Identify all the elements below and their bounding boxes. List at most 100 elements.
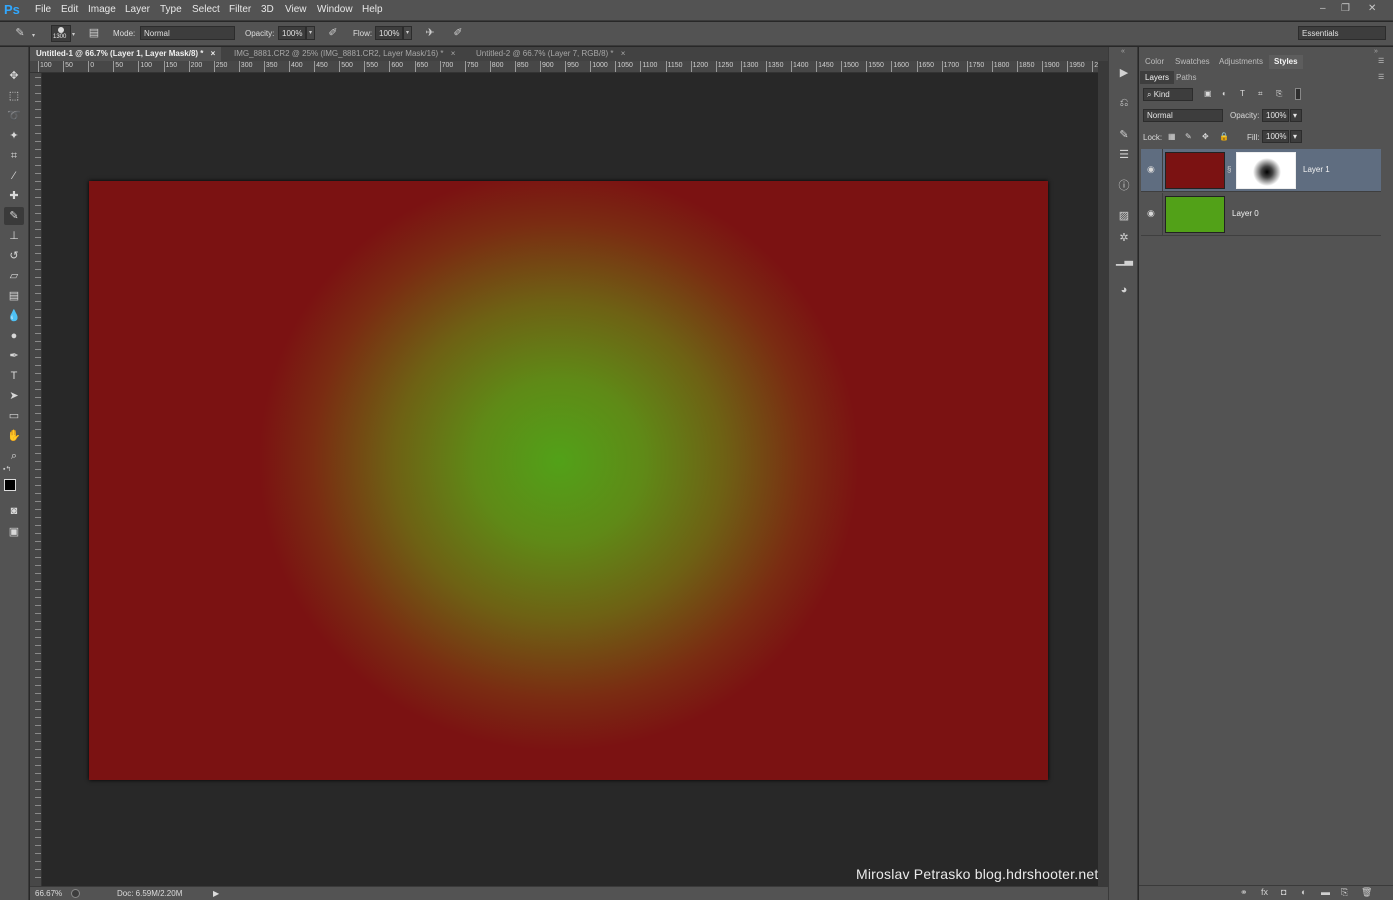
lock-pixels-icon[interactable]: ✎ [1185,132,1192,141]
path-selection-tool-icon[interactable]: ➤ [4,387,24,405]
layer-thumbnail[interactable] [1165,152,1225,189]
document-canvas[interactable] [89,181,1048,780]
screen-mode-icon[interactable]: ▣ [4,523,24,541]
eraser-tool-icon[interactable]: ▱ [4,267,24,285]
document-info-icon[interactable] [71,889,80,898]
tab-untitled-2[interactable]: Untitled-2 @ 66.7% (Layer 7, RGB/8) * × [470,47,631,61]
close-tab-icon[interactable]: × [451,49,456,58]
crop-tool-icon[interactable]: ⌗ [4,147,24,165]
collapse-panels-icon[interactable]: » [1374,48,1378,55]
pen-tool-icon[interactable]: ✒ [4,347,24,365]
flow-input[interactable]: 100% [375,26,403,40]
lock-transparent-icon[interactable]: ▦ [1168,132,1176,141]
clone-stamp-tool-icon[interactable]: ⊥ [4,227,24,245]
menu-file[interactable]: File [35,4,51,15]
tab-untitled-1[interactable]: Untitled-1 @ 66.7% (Layer 1, Layer Mask/… [30,47,222,61]
lock-all-icon[interactable]: 🔒 [1219,132,1229,141]
hand-tool-icon[interactable]: ✋ [4,427,24,445]
tab-paths[interactable]: Paths [1171,71,1201,84]
delete-layer-icon[interactable]: 🗑 [1361,887,1372,898]
brush-panel-icon[interactable]: ▤ [86,26,102,41]
tab-swatches[interactable]: Swatches [1170,55,1215,69]
close-tab-icon[interactable]: × [211,49,216,58]
dodge-tool-icon[interactable]: ● [4,327,24,345]
zoom-tool-icon[interactable]: ⌕ [4,447,24,465]
default-colors-icon[interactable]: ▪↰ [3,465,11,473]
workspace-select[interactable]: Essentials [1298,26,1386,40]
brush-preset-picker[interactable]: 1300 [51,25,71,42]
channels-icon[interactable]: ◕ [1116,282,1132,298]
close-window-button[interactable]: ✕ [1368,3,1376,14]
chevron-down-icon[interactable]: ▾ [32,32,35,39]
brush-presets-icon[interactable]: ✎ [1116,127,1132,143]
vertical-scrollbar[interactable] [1098,61,1108,886]
layers-panel-menu-icon[interactable]: ☰ [1378,73,1384,81]
lasso-tool-icon[interactable]: ➰ [4,107,24,125]
tab-styles[interactable]: Styles [1269,55,1303,69]
layer-name[interactable]: Layer 1 [1303,165,1330,174]
tab-img-8881[interactable]: IMG_8881.CR2 @ 25% (IMG_8881.CR2, Layer … [228,47,461,61]
visibility-eye-icon[interactable]: ◉ [1147,164,1159,176]
collapse-dock-icon[interactable]: « [1121,48,1125,55]
move-tool-icon[interactable]: ✥ [4,67,24,85]
fill-dropdown[interactable]: ▾ [1290,130,1302,143]
layer-opacity-input[interactable]: 100% [1262,109,1289,122]
filter-pixel-icon[interactable]: ▣ [1204,89,1212,98]
close-tab-icon[interactable]: × [621,49,626,58]
chevron-down-icon[interactable]: ▾ [72,31,75,38]
layer-row[interactable]: ◉ § Layer 1 [1141,149,1381,192]
filter-toggle[interactable] [1295,88,1301,100]
filter-shape-icon[interactable]: ⌗ [1258,89,1263,99]
fx-icon[interactable]: fx [1261,887,1268,897]
airbrush-icon[interactable]: ✈ [422,26,438,41]
filter-kind-select[interactable]: ⌕ Kind [1143,88,1193,101]
layer-thumbnail[interactable] [1165,196,1225,233]
panel-menu-icon[interactable]: ☰ [1378,57,1384,65]
blur-tool-icon[interactable]: 💧 [4,307,24,325]
foreground-color-swatch[interactable] [4,479,16,491]
add-mask-icon[interactable]: ◘ [1281,887,1286,897]
layer-mask-thumbnail[interactable] [1236,152,1296,189]
history-icon[interactable]: ⎌ [1116,95,1132,111]
zoom-level[interactable]: 66.67% [35,889,62,898]
brush-settings-icon[interactable]: ☰ [1116,147,1132,163]
mode-select[interactable]: Normal [140,26,235,40]
menu-filter[interactable]: Filter [229,4,251,15]
menu-window[interactable]: Window [317,4,353,15]
tab-adjustments[interactable]: Adjustments [1214,55,1268,69]
type-tool-icon[interactable]: T [4,367,24,385]
quick-selection-tool-icon[interactable]: ✦ [4,127,24,145]
new-group-icon[interactable]: ▬ [1321,887,1330,897]
filter-type-icon[interactable]: T [1240,89,1245,98]
layer-opacity-dropdown[interactable]: ▾ [1290,109,1302,122]
status-menu-arrow-icon[interactable]: ▶ [213,889,219,898]
eyedropper-tool-icon[interactable]: ⁄ [4,167,24,185]
lock-position-icon[interactable]: ✥ [1202,132,1209,141]
opacity-input[interactable]: 100% [278,26,306,40]
histogram-icon[interactable]: ▁▃ [1116,252,1133,268]
tab-layers[interactable]: Layers [1140,71,1175,84]
flow-dropdown[interactable]: ▾ [403,26,412,40]
play-action-icon[interactable]: ▶ [1116,65,1132,81]
filter-smart-object-icon[interactable]: ⎘ [1276,89,1282,99]
menu-type[interactable]: Type [160,4,182,15]
visibility-eye-icon[interactable]: ◉ [1147,208,1159,220]
gradient-tool-icon[interactable]: ▤ [4,287,24,305]
marquee-tool-icon[interactable]: ⬚ [4,87,24,105]
link-layers-icon[interactable]: ⚭ [1240,887,1248,898]
menu-view[interactable]: View [285,4,307,15]
minimize-button[interactable]: – [1320,3,1326,14]
brush-tool-icon[interactable]: ✎ [12,26,28,41]
history-brush-tool-icon[interactable]: ↺ [4,247,24,265]
character-icon[interactable]: ▨ [1116,208,1132,224]
rectangle-tool-icon[interactable]: ▭ [4,407,24,425]
pressure-opacity-icon[interactable]: ✐ [325,26,341,41]
pressure-size-icon[interactable]: ✐ [450,26,466,41]
mask-link-icon[interactable]: § [1227,165,1231,174]
menu-3d[interactable]: 3D [261,4,274,15]
tab-color[interactable]: Color [1140,55,1169,69]
opacity-dropdown[interactable]: ▾ [306,26,315,40]
brush-tool-icon[interactable]: ✎ [4,207,24,225]
blend-mode-select[interactable]: Normal [1143,109,1223,122]
menu-help[interactable]: Help [362,4,383,15]
